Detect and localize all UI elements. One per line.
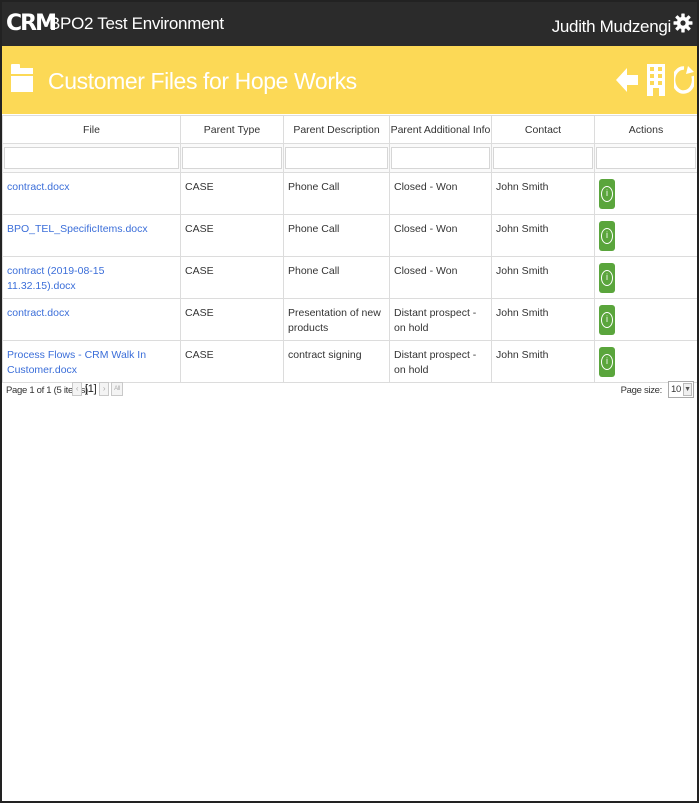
- file-cell: Process Flows - CRM Walk In Customer.doc…: [2, 340, 181, 383]
- info-icon: i: [601, 228, 613, 244]
- folder-icon: [11, 64, 33, 92]
- filter-row: [2, 143, 697, 173]
- file-link[interactable]: contract.docx: [7, 181, 69, 193]
- parent-description-cell: Phone Call: [283, 214, 390, 257]
- filter-parent-type-input[interactable]: [182, 147, 282, 169]
- page-size-select[interactable]: 10 ▼: [668, 381, 694, 398]
- show-all-icon[interactable]: All: [111, 382, 123, 396]
- prev-page-icon[interactable]: ‹: [72, 382, 82, 396]
- table-row: BPO_TEL_SpecificItems.docx CASE Phone Ca…: [2, 214, 697, 257]
- next-page-icon[interactable]: ›: [99, 382, 109, 396]
- filter-cell: [594, 143, 697, 173]
- info-button[interactable]: i: [599, 305, 615, 335]
- logo-text: CRM: [6, 11, 57, 36]
- contact-cell: John Smith: [491, 172, 595, 215]
- top-bar: CRM BPO2 Test Environment Judith Mudzeng…: [2, 2, 697, 46]
- actions-cell: i: [594, 298, 697, 341]
- file-cell: contract.docx: [2, 172, 181, 215]
- parent-additional-info-cell: Distant prospect - on hold: [389, 298, 492, 341]
- parent-additional-info-cell: Closed - Won: [389, 172, 492, 215]
- actions-cell: i: [594, 172, 697, 215]
- info-button[interactable]: i: [599, 347, 615, 377]
- gear-icon[interactable]: [673, 13, 693, 33]
- parent-type-cell: CASE: [180, 172, 284, 215]
- page-title: Customer Files for Hope Works: [48, 68, 357, 94]
- pager: Page 1 of 1 (5 items) ‹ [1] › All Page s…: [6, 380, 694, 400]
- column-header-actions: Actions: [594, 115, 697, 144]
- table-row: contract.docx CASE Phone Call Closed - W…: [2, 172, 697, 215]
- table-row: contract (2019-08-15 11.32.15).docx CASE…: [2, 256, 697, 299]
- user-name[interactable]: Judith Mudzengi: [552, 17, 672, 37]
- parent-type-cell: CASE: [180, 214, 284, 257]
- info-button[interactable]: i: [599, 179, 615, 209]
- info-button[interactable]: i: [599, 263, 615, 293]
- info-icon: i: [601, 354, 613, 370]
- filter-parent-additional-info-input[interactable]: [391, 147, 490, 169]
- filter-cell: [180, 143, 284, 173]
- parent-additional-info-cell: Closed - Won: [389, 214, 492, 257]
- actions-cell: i: [594, 340, 697, 383]
- chevron-down-icon[interactable]: ▼: [683, 383, 692, 396]
- page-header: Customer Files for Hope Works: [2, 46, 697, 114]
- file-cell: contract.docx: [2, 298, 181, 341]
- info-icon: i: [601, 186, 613, 202]
- table-row: Process Flows - CRM Walk In Customer.doc…: [2, 340, 697, 383]
- page-size-label: Page size:: [620, 385, 663, 396]
- parent-description-cell: Phone Call: [283, 172, 390, 215]
- filter-cell: [491, 143, 595, 173]
- file-link[interactable]: contract (2019-08-15 11.32.15).docx: [7, 265, 104, 292]
- filter-file-input[interactable]: [4, 147, 179, 169]
- filter-actions-input[interactable]: [596, 147, 696, 169]
- file-cell: BPO_TEL_SpecificItems.docx: [2, 214, 181, 257]
- file-cell: contract (2019-08-15 11.32.15).docx: [2, 256, 181, 299]
- file-link[interactable]: contract.docx: [7, 307, 69, 319]
- filter-parent-description-input[interactable]: [285, 147, 388, 169]
- refresh-icon[interactable]: [674, 64, 694, 96]
- filter-cell: [2, 143, 181, 173]
- environment-title: BPO2 Test Environment: [49, 14, 224, 33]
- contact-cell: John Smith: [491, 340, 595, 383]
- parent-additional-info-cell: Distant prospect - on hold: [389, 340, 492, 383]
- parent-description-cell: Presentation of new products: [283, 298, 390, 341]
- filter-cell: [283, 143, 390, 173]
- file-link[interactable]: BPO_TEL_SpecificItems.docx: [7, 223, 148, 235]
- page-size-value: 10: [671, 384, 681, 395]
- back-arrow-icon[interactable]: [616, 64, 638, 96]
- files-grid: File Parent Type Parent Description Pare…: [2, 115, 697, 383]
- app-window: CRM BPO2 Test Environment Judith Mudzeng…: [0, 0, 699, 803]
- crm-logo[interactable]: CRM: [6, 11, 57, 37]
- info-icon: i: [601, 312, 613, 328]
- filter-cell: [389, 143, 492, 173]
- info-button[interactable]: i: [599, 221, 615, 251]
- parent-type-cell: CASE: [180, 298, 284, 341]
- current-page: [1]: [85, 383, 97, 395]
- column-header-contact[interactable]: Contact: [491, 115, 595, 144]
- actions-cell: i: [594, 214, 697, 257]
- contact-cell: John Smith: [491, 214, 595, 257]
- parent-description-cell: contract signing: [283, 340, 390, 383]
- contact-cell: John Smith: [491, 256, 595, 299]
- parent-description-cell: Phone Call: [283, 256, 390, 299]
- building-icon[interactable]: [647, 64, 665, 96]
- contact-cell: John Smith: [491, 298, 595, 341]
- parent-type-cell: CASE: [180, 340, 284, 383]
- column-header-file[interactable]: File: [2, 115, 181, 144]
- column-header-parent-type[interactable]: Parent Type: [180, 115, 284, 144]
- column-header-parent-description[interactable]: Parent Description: [283, 115, 390, 144]
- info-icon: i: [601, 270, 613, 286]
- parent-type-cell: CASE: [180, 256, 284, 299]
- filter-contact-input[interactable]: [493, 147, 593, 169]
- actions-cell: i: [594, 256, 697, 299]
- column-header-parent-additional-info[interactable]: Parent Additional Info: [389, 115, 492, 144]
- table-row: contract.docx CASE Presentation of new p…: [2, 298, 697, 341]
- parent-additional-info-cell: Closed - Won: [389, 256, 492, 299]
- file-link[interactable]: Process Flows - CRM Walk In Customer.doc…: [7, 349, 146, 376]
- grid-header-row: File Parent Type Parent Description Pare…: [2, 115, 697, 144]
